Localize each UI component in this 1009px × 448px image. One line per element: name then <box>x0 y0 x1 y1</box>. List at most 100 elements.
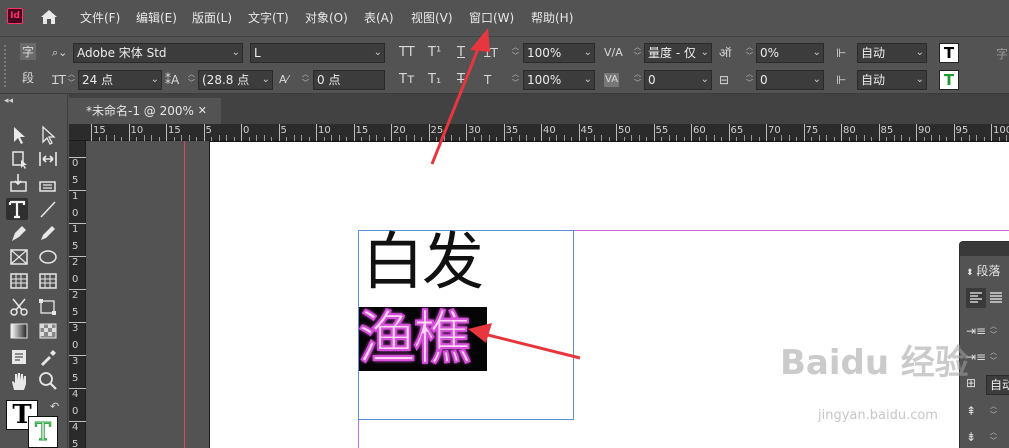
document-tab[interactable]: *未命名-1 @ 200% ✕ <box>69 98 221 124</box>
superscript-button[interactable]: T¹ <box>428 43 441 63</box>
close-icon[interactable]: ✕ <box>198 98 207 124</box>
chevron-down-icon[interactable]: ⌄ <box>584 71 592 89</box>
document-page[interactable] <box>209 141 1009 448</box>
kerning-field[interactable]: 0 点 <box>313 70 385 90</box>
menu-object[interactable]: 对象(O) <box>305 10 348 26</box>
paragraph-mode-button[interactable]: 段 <box>22 69 34 86</box>
kerning-mode-stepper[interactable]: ︿ ﹀ <box>632 43 643 63</box>
gradient-tool-icon[interactable] <box>8 320 30 342</box>
panel-grip[interactable] <box>4 45 10 87</box>
stroke-swatch-icon[interactable]: T <box>28 416 58 448</box>
grid-tool-icon[interactable] <box>37 270 59 292</box>
indesign-window: Id 文件(F) 编辑(E) 版面(L) 文字(T) 对象(O) 表(A) 视图… <box>0 0 1009 448</box>
font-family-field[interactable]: Adobe 宋体 Std ⌄ <box>73 43 243 63</box>
character-mode-button[interactable]: 字 <box>20 43 37 60</box>
first-line-indent-stepper[interactable]: ︿ ﹀ <box>988 348 999 368</box>
tracking-stepper[interactable]: ︿ ﹀ <box>632 70 643 90</box>
stroke-color-swatch-icon[interactable]: T <box>939 70 959 90</box>
free-transform-tool-icon[interactable] <box>37 296 59 318</box>
chevron-down-icon[interactable]: ⌄ <box>701 71 709 89</box>
strikethrough-button[interactable]: T <box>457 70 465 90</box>
ellipse-tool-icon[interactable] <box>37 246 59 268</box>
type-tool-icon[interactable] <box>6 198 28 220</box>
chevron-down-icon[interactable]: ⌄ <box>374 44 382 62</box>
underline-button[interactable]: T <box>457 43 465 63</box>
collapse-panel-icon[interactable]: ◂◂ <box>4 96 13 106</box>
font-size-stepper[interactable]: ︿ ﹀ <box>66 70 77 90</box>
hand-tool-icon[interactable] <box>8 370 30 392</box>
paragraph-panel-title[interactable]: ⬍ 段落 <box>966 262 1000 279</box>
font-search-icon[interactable]: ⌕⌄ <box>52 43 67 63</box>
chevron-down-icon[interactable]: ⌄ <box>916 44 924 62</box>
horizontal-ruler[interactable]: 15 10 15 5 0 5 10 15 20 25 30 35 40 45 50 55 60 65 70 75 80 8… <box>69 124 1009 141</box>
selection-tool-icon[interactable] <box>8 124 30 146</box>
pen-tool-icon[interactable] <box>8 222 30 244</box>
vertical-scale-stepper[interactable]: ︿ ﹀ <box>510 43 521 63</box>
kerning-mode-field[interactable]: 量度 - 仅 ⌄ <box>644 43 712 63</box>
chevron-down-icon[interactable]: ⌄ <box>262 71 270 89</box>
menu-file[interactable]: 文件(F) <box>80 10 120 26</box>
gap-tool-icon[interactable] <box>37 148 59 170</box>
gradient-feather-tool-icon[interactable] <box>37 320 59 342</box>
menu-layout[interactable]: 版面(L) <box>192 10 232 26</box>
panel-header[interactable] <box>960 242 1009 256</box>
menu-view[interactable]: 视图(V) <box>411 10 453 26</box>
rectangle-frame-tool-icon[interactable] <box>8 246 30 268</box>
font-size-field[interactable]: 24 点 ⌄ <box>78 70 162 90</box>
auto-field-2[interactable]: 自动 ⌄ <box>857 70 927 90</box>
ruler-tick <box>578 124 580 141</box>
menu-edit[interactable]: 编辑(E) <box>136 10 177 26</box>
space-after-stepper[interactable]: ︿ ﹀ <box>988 428 999 448</box>
chevron-down-icon[interactable]: ⌄ <box>813 44 821 62</box>
chevron-down-icon[interactable]: ⌄ <box>701 44 709 62</box>
leading-field[interactable]: (28.8 点 ⌄ <box>198 70 273 90</box>
table-tool-icon[interactable] <box>8 270 30 292</box>
line-tool-icon[interactable] <box>37 198 59 220</box>
text-line-2-glow[interactable]: 渔樵 <box>357 301 472 375</box>
pencil-tool-icon[interactable] <box>37 222 59 244</box>
chevron-down-icon[interactable]: ⌄ <box>813 71 821 89</box>
menu-table[interactable]: 表(A) <box>364 10 394 26</box>
chevron-down-icon[interactable]: ⌄ <box>584 44 592 62</box>
align-buttons-icon[interactable] <box>966 288 1006 308</box>
note-tool-icon[interactable] <box>8 346 30 368</box>
horizontal-scale-stepper[interactable]: ︿ ﹀ <box>510 70 521 90</box>
all-caps-button[interactable]: TT <box>399 43 415 63</box>
horizontal-scale-field[interactable]: 100% ⌄ <box>523 70 595 90</box>
leading-stepper[interactable]: ︿ ﹀ <box>186 70 197 90</box>
left-indent-stepper[interactable]: ︿ ﹀ <box>988 322 999 342</box>
auto-align-field[interactable]: 自动 <box>986 375 1009 395</box>
menu-help[interactable]: 帮助(H) <box>531 10 573 26</box>
kerning-stepper[interactable]: ︿ ﹀ <box>300 70 311 90</box>
vertical-scale-field[interactable]: 100% ⌄ <box>523 43 595 63</box>
panel-toggle-icon[interactable]: ⬍ <box>966 268 976 278</box>
text-line-1[interactable]: 白发 <box>362 226 484 298</box>
page-tool-icon[interactable] <box>8 148 30 170</box>
font-style-field[interactable]: L ⌄ <box>250 43 385 63</box>
ruler-number: 2 <box>72 290 79 301</box>
chevron-down-icon[interactable]: ⌄ <box>916 71 924 89</box>
menu-window[interactable]: 窗口(W) <box>469 10 514 26</box>
menu-type[interactable]: 文字(T) <box>248 10 289 26</box>
content-collector-icon[interactable] <box>8 172 30 194</box>
small-caps-button[interactable]: Tт <box>399 70 415 90</box>
space-before-stepper[interactable]: ︿ ﹀ <box>988 402 999 422</box>
skew-stepper[interactable]: ︿ ﹀ <box>744 70 755 90</box>
chevron-down-icon[interactable]: ⌄ <box>232 44 240 62</box>
chevron-down-icon[interactable]: ⌄ <box>151 71 159 89</box>
swap-colors-icon[interactable]: ↶ <box>50 400 59 413</box>
baseline-shift-stepper[interactable]: ︿ ﹀ <box>744 43 755 63</box>
vertical-ruler[interactable]: 051015202530354045 <box>69 141 86 448</box>
direct-selection-tool-icon[interactable] <box>37 124 59 146</box>
subscript-button[interactable]: T₁ <box>428 70 441 90</box>
home-icon[interactable] <box>40 8 58 26</box>
scissors-tool-icon[interactable] <box>8 296 30 318</box>
fill-color-swatch-icon[interactable]: T <box>939 43 959 63</box>
zoom-tool-icon[interactable] <box>37 370 59 392</box>
eyedropper-tool-icon[interactable] <box>37 346 59 368</box>
content-placer-icon[interactable] <box>37 172 59 194</box>
tracking-field[interactable]: 0 ⌄ <box>644 70 712 90</box>
skew-field[interactable]: 0 ⌄ <box>756 70 824 90</box>
auto-field-1[interactable]: 自动 ⌄ <box>857 43 927 63</box>
baseline-shift-field[interactable]: 0% ⌄ <box>756 43 824 63</box>
